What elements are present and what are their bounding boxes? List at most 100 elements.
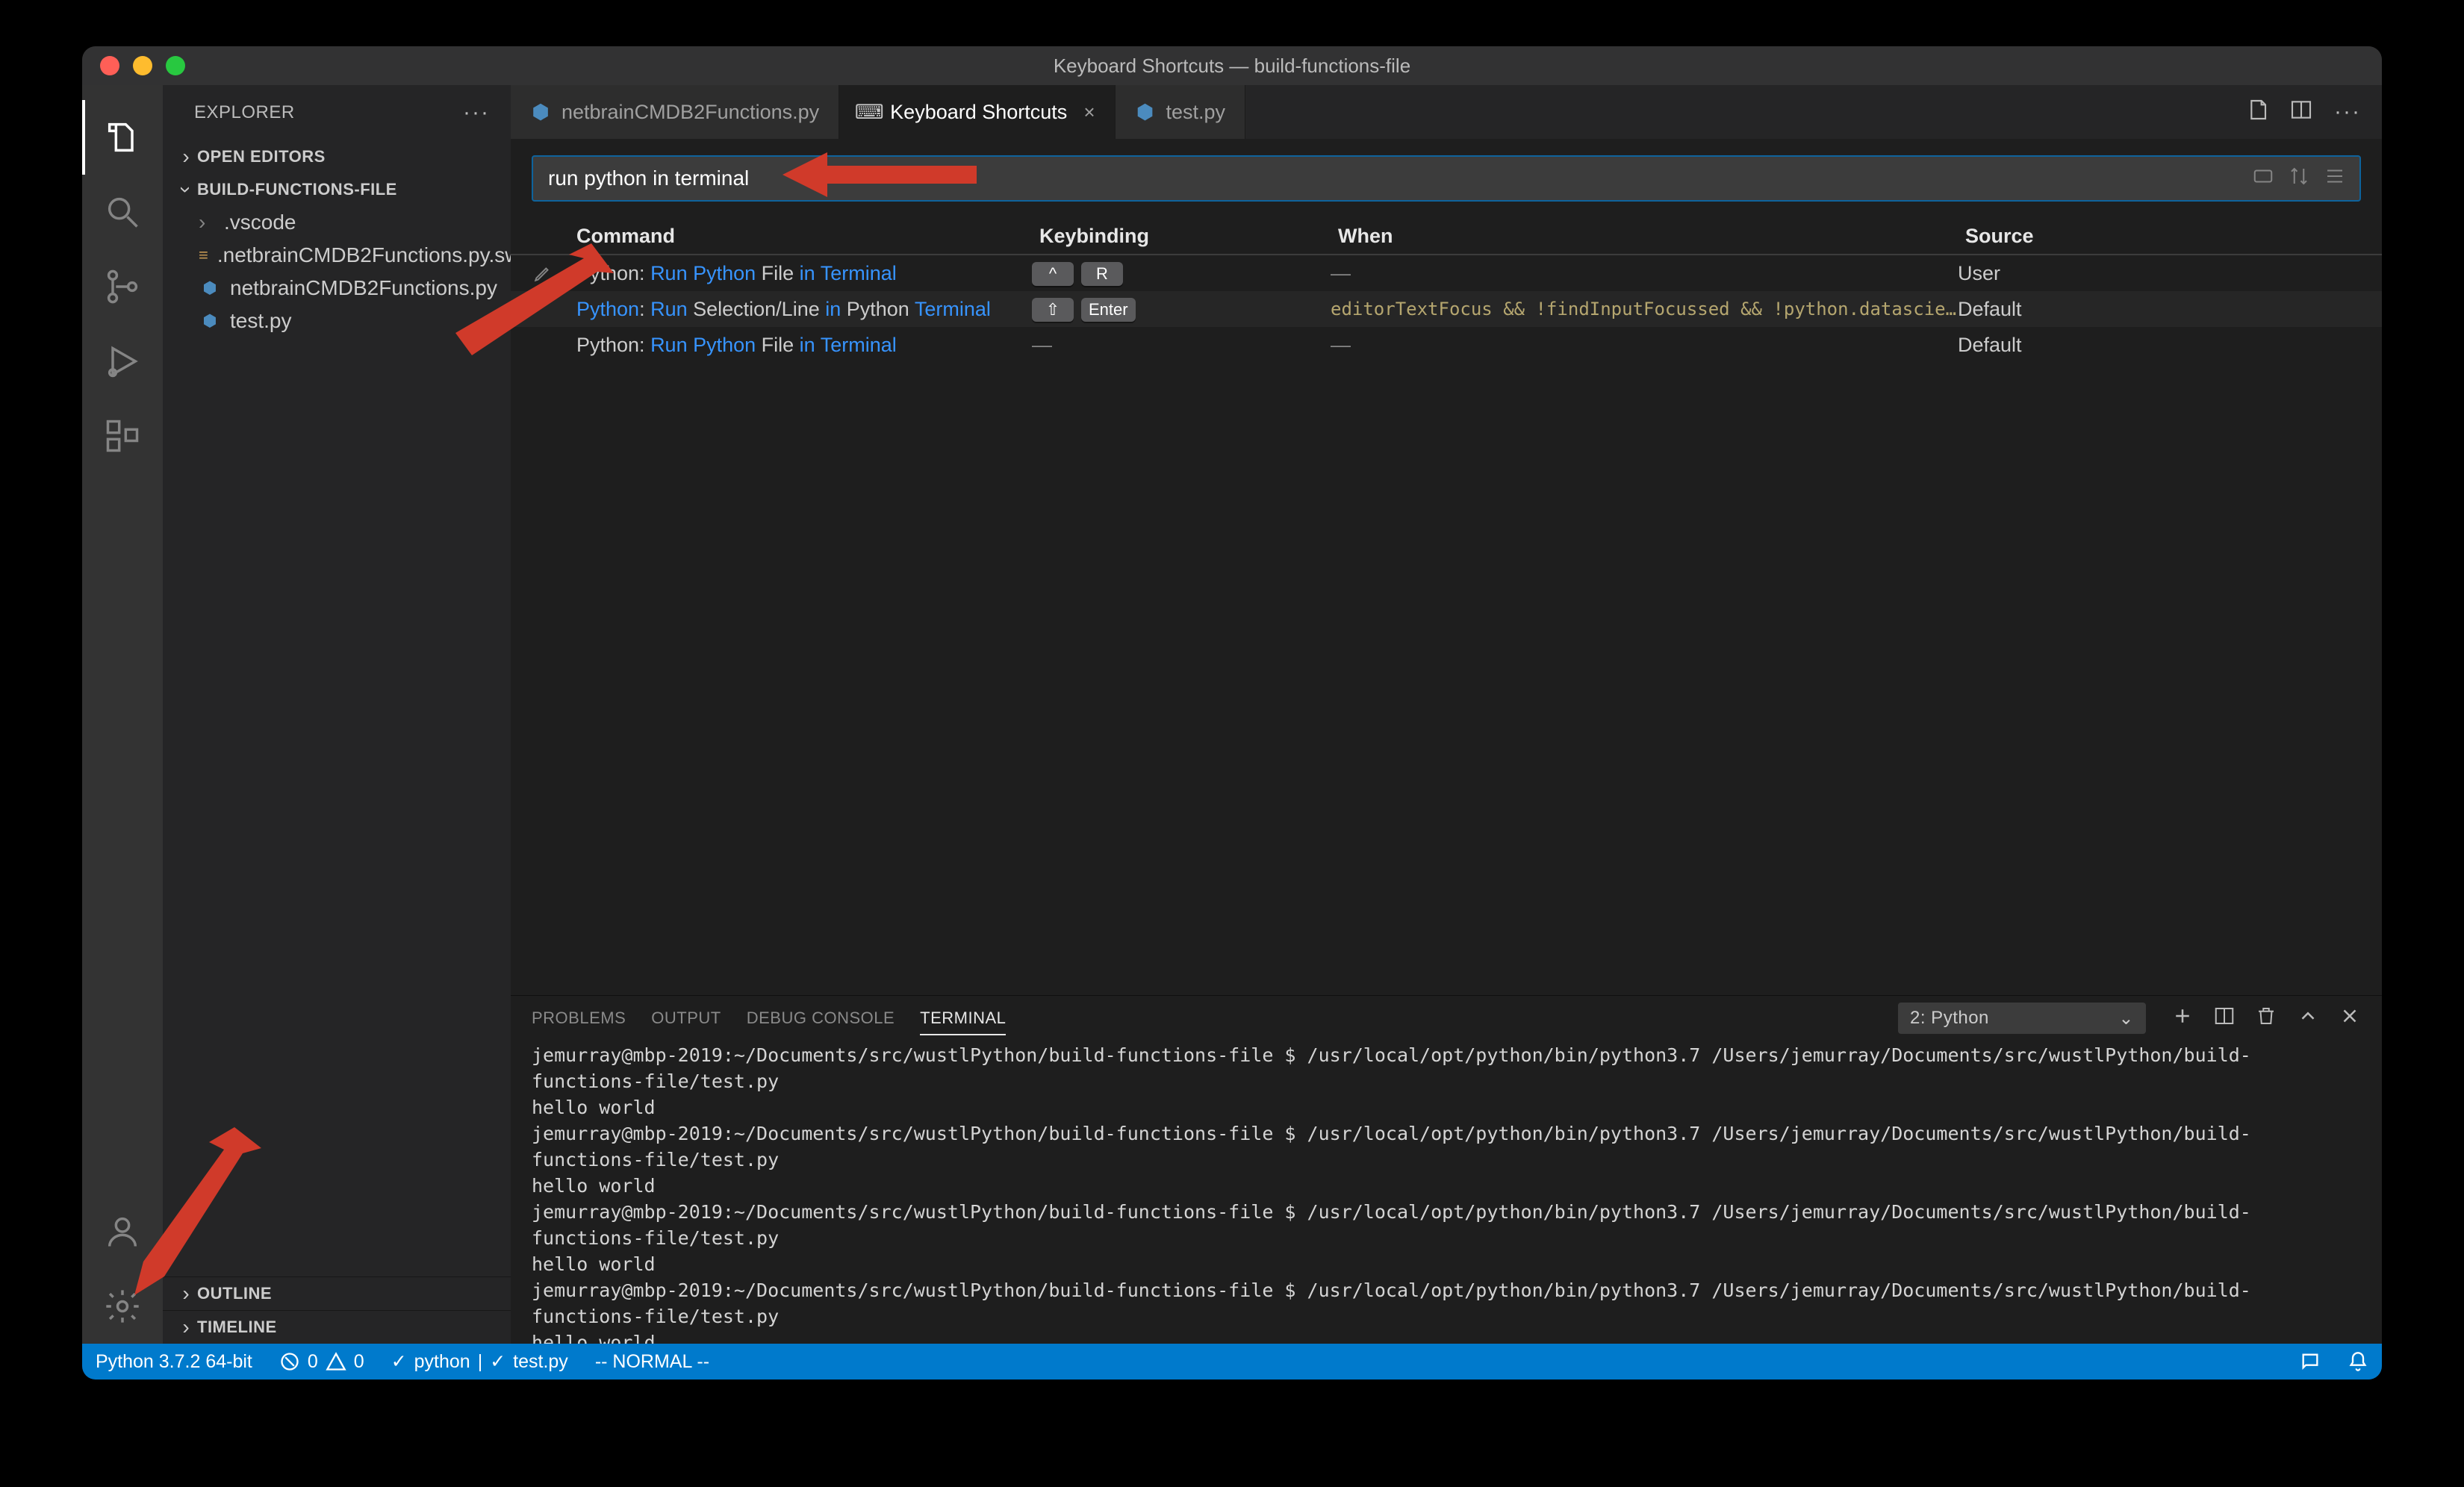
tab-label: Keyboard Shortcuts bbox=[890, 101, 1067, 124]
ks-table-rows: Python: Run Python File in Terminal^R—Us… bbox=[511, 255, 2382, 995]
status-feedback-icon[interactable] bbox=[2286, 1344, 2334, 1380]
file-name: .netbrainCMDB2Functions.py.swp bbox=[217, 243, 532, 267]
ks-row[interactable]: Python: Run Selection/Line in Python Ter… bbox=[511, 291, 2382, 327]
timeline-section[interactable]: › TIMELINE bbox=[163, 1310, 511, 1344]
tab-netbraincmdb2functions[interactable]: ⬢ netbrainCMDB2Functions.py bbox=[511, 85, 839, 139]
file-name: test.py bbox=[230, 309, 291, 333]
debug-activity-icon[interactable] bbox=[82, 324, 163, 399]
open-keybindings-json-icon[interactable] bbox=[2244, 98, 2268, 127]
minimize-window-button[interactable] bbox=[133, 56, 152, 75]
python-file-icon: ⬢ bbox=[1135, 102, 1156, 122]
traffic-lights bbox=[82, 56, 185, 75]
panel-tab-problems[interactable]: PROBLEMS bbox=[532, 998, 626, 1038]
close-tab-icon[interactable]: × bbox=[1083, 101, 1095, 124]
split-terminal-icon[interactable] bbox=[2213, 1005, 2236, 1032]
sort-precedence-icon[interactable] bbox=[2288, 165, 2310, 193]
chevron-down-icon: ⌄ bbox=[2118, 1008, 2134, 1029]
activity-bar bbox=[82, 85, 163, 1344]
sidebar-more-icon[interactable]: ··· bbox=[463, 100, 490, 125]
panel-actions bbox=[2171, 1005, 2361, 1032]
terminal-selector[interactable]: 2: Python ⌄ bbox=[1898, 1003, 2146, 1034]
command-cell: Python: Run Python File in Terminal bbox=[569, 334, 1032, 357]
vim-mode-label: -- NORMAL -- bbox=[595, 1351, 709, 1373]
sidebar-bottom: › OUTLINE › TIMELINE bbox=[163, 1276, 511, 1344]
maximize-panel-icon[interactable] bbox=[2297, 1005, 2319, 1032]
python-version-label: Python 3.7.2 64-bit bbox=[96, 1351, 252, 1373]
check-icon: ✓ bbox=[490, 1350, 505, 1373]
terminal-output[interactable]: jemurray@mbp-2019:~/Documents/src/wustlP… bbox=[511, 1041, 2382, 1344]
ks-table-header: Command Keybinding When Source bbox=[511, 218, 2382, 255]
errors-count: 0 bbox=[308, 1351, 318, 1373]
python-file-icon: ⬢ bbox=[530, 102, 551, 122]
status-bar: Python 3.7.2 64-bit 0 0 ✓ python | ✓ tes… bbox=[82, 1344, 2382, 1380]
col-when[interactable]: When bbox=[1331, 225, 1958, 248]
gear-activity-icon[interactable] bbox=[82, 1269, 163, 1344]
tab-label: test.py bbox=[1166, 101, 1226, 124]
file-item[interactable]: ⬢ netbrainCMDB2Functions.py bbox=[163, 272, 511, 305]
keyboard-shortcuts-view: Command Keybinding When Source Python: R… bbox=[511, 139, 2382, 995]
when-cell: — bbox=[1331, 334, 1958, 357]
open-editors-section[interactable]: › OPEN EDITORS bbox=[163, 140, 511, 173]
file-item[interactable]: ⬢ test.py bbox=[163, 305, 511, 337]
status-bell-icon[interactable] bbox=[2334, 1344, 2382, 1380]
timeline-label: TIMELINE bbox=[197, 1318, 277, 1337]
explorer-tree: › OPEN EDITORS › BUILD-FUNCTIONS-FILE › … bbox=[163, 140, 511, 337]
window-title: Keyboard Shortcuts — build-functions-fil… bbox=[82, 54, 2382, 78]
edit-keybinding-icon[interactable] bbox=[517, 264, 569, 283]
extensions-activity-icon[interactable] bbox=[82, 399, 163, 473]
maximize-window-button[interactable] bbox=[166, 56, 185, 75]
status-lang-item[interactable]: ✓ python | ✓ test.py bbox=[378, 1344, 582, 1380]
ks-search-input[interactable] bbox=[547, 166, 2252, 191]
search-activity-icon[interactable] bbox=[82, 175, 163, 249]
outline-section[interactable]: › OUTLINE bbox=[163, 1276, 511, 1310]
chevron-right-icon: › bbox=[175, 1282, 197, 1306]
panel-tab-output[interactable]: OUTPUT bbox=[651, 998, 721, 1038]
command-cell: Python: Run Selection/Line in Python Ter… bbox=[569, 298, 1032, 321]
chevron-right-icon: › bbox=[175, 145, 197, 169]
close-window-button[interactable] bbox=[100, 56, 119, 75]
explorer-activity-icon[interactable] bbox=[82, 100, 163, 175]
col-command[interactable]: Command bbox=[569, 225, 1032, 248]
explorer-sidebar: EXPLORER ··· › OPEN EDITORS › BUILD-FUNC… bbox=[163, 85, 511, 1344]
status-python-version[interactable]: Python 3.7.2 64-bit bbox=[82, 1344, 266, 1380]
file-icon: ≡ bbox=[199, 244, 208, 266]
when-cell: — bbox=[1331, 262, 1958, 285]
ks-row[interactable]: Python: Run Python File in Terminal——Def… bbox=[511, 327, 2382, 363]
ks-search-box[interactable] bbox=[532, 155, 2361, 202]
col-keybinding[interactable]: Keybinding bbox=[1032, 225, 1331, 248]
status-problems[interactable]: 0 0 bbox=[266, 1344, 378, 1380]
status-file: test.py bbox=[513, 1351, 568, 1373]
terminal-selector-label: 2: Python bbox=[1910, 1008, 1989, 1029]
editor-more-icon[interactable]: ··· bbox=[2334, 99, 2361, 125]
col-source[interactable]: Source bbox=[1958, 225, 2376, 248]
panel-tab-debug[interactable]: DEBUG CONSOLE bbox=[747, 998, 895, 1038]
ks-search-container bbox=[511, 139, 2382, 218]
keybinding-cell: — bbox=[1032, 334, 1331, 357]
editor-actions: ··· bbox=[2244, 85, 2382, 139]
status-lang: python bbox=[414, 1351, 470, 1373]
close-panel-icon[interactable] bbox=[2339, 1005, 2361, 1032]
source-cell: User bbox=[1958, 262, 2376, 285]
new-terminal-icon[interactable] bbox=[2171, 1005, 2194, 1032]
bottom-panel: PROBLEMS OUTPUT DEBUG CONSOLE TERMINAL 2… bbox=[511, 995, 2382, 1344]
python-file-icon: ⬢ bbox=[199, 277, 221, 299]
source-control-activity-icon[interactable] bbox=[82, 249, 163, 324]
panel-tab-terminal[interactable]: TERMINAL bbox=[920, 998, 1006, 1038]
chevron-right-icon: › bbox=[199, 211, 215, 234]
open-editors-label: OPEN EDITORS bbox=[197, 147, 326, 166]
folder-item[interactable]: › .vscode bbox=[163, 206, 511, 239]
split-editor-icon[interactable] bbox=[2289, 98, 2313, 127]
source-cell: Default bbox=[1958, 334, 2376, 357]
file-item[interactable]: ≡ .netbrainCMDB2Functions.py.swp bbox=[163, 239, 511, 272]
folder-section[interactable]: › BUILD-FUNCTIONS-FILE bbox=[163, 173, 511, 206]
account-activity-icon[interactable] bbox=[82, 1194, 163, 1269]
clear-search-icon[interactable] bbox=[2324, 165, 2346, 193]
tab-label: netbrainCMDB2Functions.py bbox=[561, 101, 819, 124]
kill-terminal-icon[interactable] bbox=[2255, 1005, 2277, 1032]
tab-testpy[interactable]: ⬢ test.py bbox=[1116, 85, 1246, 139]
source-cell: Default bbox=[1958, 298, 2376, 321]
when-cell: editorTextFocus && !findInputFocussed &&… bbox=[1331, 299, 1958, 319]
record-keys-icon[interactable] bbox=[2252, 165, 2274, 193]
ks-row[interactable]: Python: Run Python File in Terminal^R—Us… bbox=[511, 255, 2382, 291]
tab-keyboard-shortcuts[interactable]: ⌨ Keyboard Shortcuts × bbox=[839, 85, 1115, 139]
